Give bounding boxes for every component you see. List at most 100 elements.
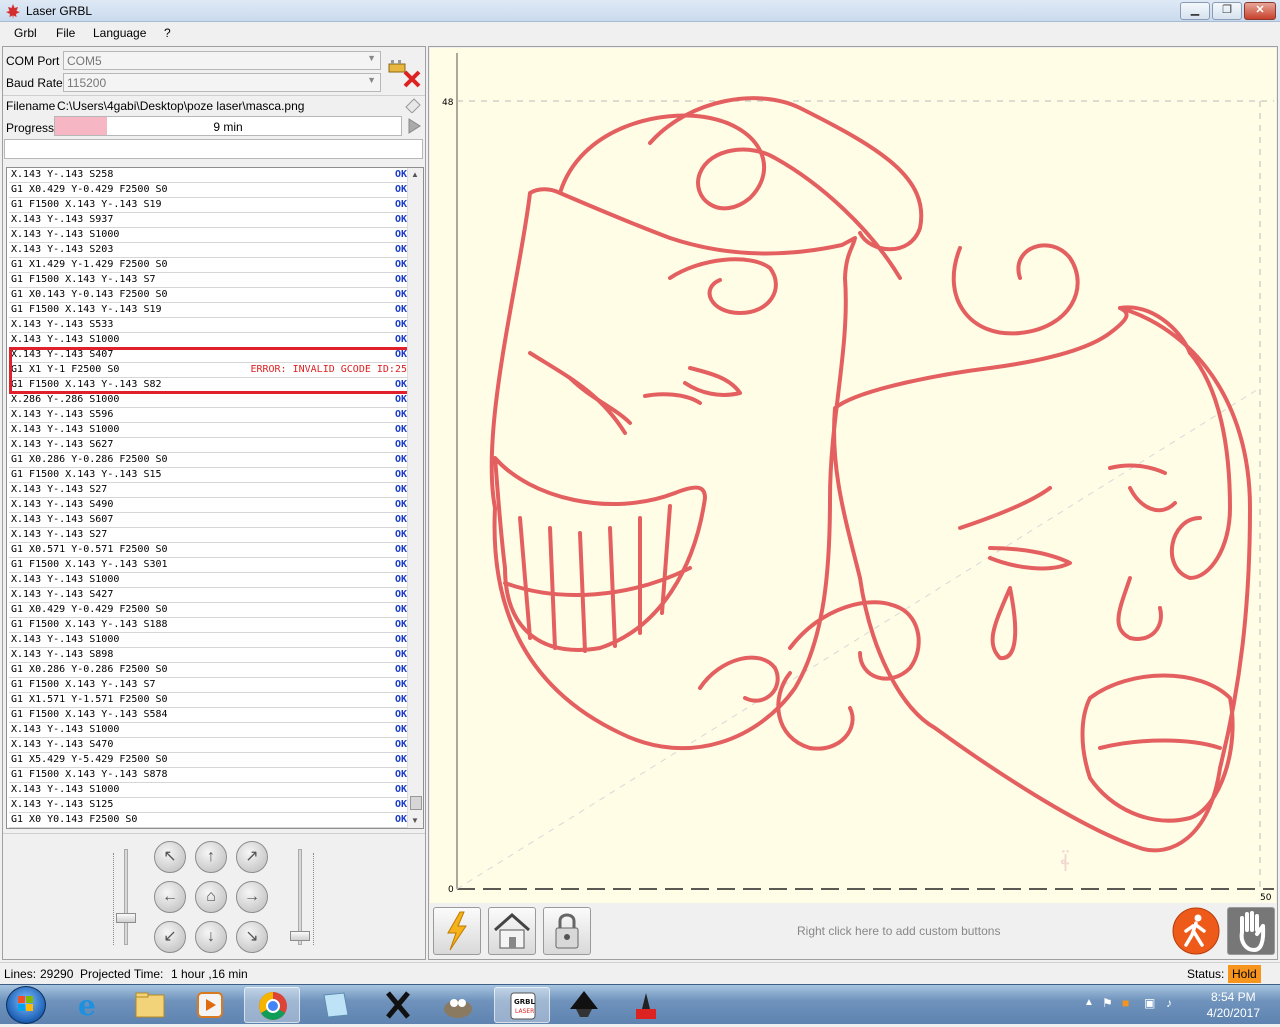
- log-command: G1 X0.571 Y-0.571 F2500 S0: [11, 544, 168, 555]
- log-ok-status: OK: [394, 649, 407, 660]
- log-ok-status: OK: [394, 484, 407, 495]
- svg-text:e: e: [78, 989, 96, 1022]
- speed-slider-thumb[interactable]: [116, 913, 136, 923]
- disconnect-icon[interactable]: [387, 54, 423, 88]
- gimp-icon: [444, 999, 472, 1018]
- x-max-label: 50: [1260, 893, 1272, 903]
- log-ok-status: OK: [394, 199, 407, 210]
- grbl-laser-icon: GRBL LASER: [510, 992, 536, 1020]
- log-command: G1 X1.429 Y-1.429 F2500 S0: [11, 259, 168, 270]
- preview-canvas[interactable]: 48 0 50 ɬ̈: [430, 48, 1276, 903]
- jog-up-right-button[interactable]: ↗: [236, 841, 268, 873]
- taskbar-x-app[interactable]: [370, 987, 426, 1023]
- log-ok-status: OK: [394, 559, 407, 570]
- error-highlight-box: [9, 347, 420, 394]
- title-bar: Laser GRBL ▁ ❐ ✕: [0, 0, 1280, 22]
- taskbar-notepad[interactable]: [308, 987, 364, 1023]
- taskbar-gimp[interactable]: [430, 987, 486, 1023]
- flag-icon[interactable]: ⚑: [1102, 996, 1113, 1010]
- jog-home-button[interactable]: ⌂: [195, 881, 227, 913]
- filename-value: C:\Users\4gabi\Desktop\poze laser\masca.…: [57, 99, 305, 113]
- svg-text:LASER: LASER: [515, 1008, 534, 1015]
- clock-date: 4/20/2017: [1206, 1006, 1260, 1020]
- hold-button[interactable]: [1227, 907, 1275, 955]
- jog-down-left-button[interactable]: ↙: [154, 921, 186, 953]
- log-command: G1 X0.429 Y-0.429 F2500 S0: [11, 604, 168, 615]
- log-row: G1 F1500 X.143 Y-.143 S878 OK: [9, 768, 407, 783]
- jog-down-right-button[interactable]: ↘: [236, 921, 268, 953]
- taskbar-media-player[interactable]: [182, 987, 238, 1023]
- log-ok-status: OK: [394, 259, 407, 270]
- lightning-button[interactable]: [433, 907, 481, 955]
- close-button[interactable]: ✕: [1244, 2, 1276, 20]
- log-ok-status: OK: [394, 784, 407, 795]
- jog-down-button[interactable]: ↓: [195, 921, 227, 953]
- log-row: X.143 Y-.143 S533 OK: [9, 318, 407, 333]
- log-ok-status: OK: [394, 709, 407, 720]
- play-icon[interactable]: [406, 118, 422, 134]
- command-log[interactable]: X.143 Y-.143 S258 OK G1 X0.429 Y-0.429 F25…: [6, 167, 424, 829]
- taskbar-inkscape[interactable]: [556, 987, 612, 1023]
- log-command: G1 F1500 X.143 Y-.143 S878: [11, 769, 168, 780]
- log-ok-status: OK: [394, 334, 407, 345]
- jog-up-left-button[interactable]: ↖: [154, 841, 186, 873]
- clock[interactable]: 8:54 PM 4/20/2017: [1207, 989, 1260, 1021]
- com-port-select[interactable]: COM5 ▼: [63, 51, 381, 70]
- speed-slider-track[interactable]: [124, 849, 128, 945]
- log-row: X.143 Y-.143 S1000 OK: [9, 723, 407, 738]
- log-row: X.143 Y-.143 S1000 OK: [9, 333, 407, 348]
- safety-door-button[interactable]: [1172, 907, 1220, 955]
- chevron-down-icon: ▼: [367, 53, 376, 63]
- log-row: X.143 Y-.143 S607 OK: [9, 513, 407, 528]
- volume-icon[interactable]: ♪: [1166, 996, 1172, 1010]
- step-slider-thumb[interactable]: [290, 931, 310, 941]
- menu-help[interactable]: ?: [164, 26, 171, 40]
- jog-left-button[interactable]: ←: [154, 881, 186, 913]
- walk-icon: [1172, 907, 1220, 955]
- log-command: G1 F1500 X.143 Y-.143 S584: [11, 709, 168, 720]
- home-button[interactable]: [488, 907, 536, 955]
- jog-right-button[interactable]: →: [236, 881, 268, 913]
- log-ok-status: OK: [394, 289, 407, 300]
- restore-button[interactable]: ❐: [1212, 2, 1242, 20]
- antivirus-icon[interactable]: ■: [1122, 996, 1129, 1010]
- scroll-down-icon[interactable]: ▼: [411, 816, 419, 825]
- scroll-up-icon[interactable]: ▲: [411, 170, 419, 179]
- taskbar-explorer[interactable]: [122, 987, 178, 1023]
- custom-buttons-hint[interactable]: Right click here to add custom buttons: [797, 924, 1000, 938]
- log-row: G1 X5.429 Y-5.429 F2500 S0 OK: [9, 753, 407, 768]
- com-port-label: COM Port: [6, 54, 60, 68]
- log-command: G1 F1500 X.143 Y-.143 S19: [11, 304, 162, 315]
- log-row: X.143 Y-.143 S937 OK: [9, 213, 407, 228]
- taskbar-grbl-laser[interactable]: GRBL LASER: [494, 987, 550, 1023]
- log-ok-status: OK: [394, 634, 407, 645]
- taskbar-ie[interactable]: e: [62, 987, 118, 1023]
- log-row: G1 F1500 X.143 Y-.143 S7 OK: [9, 273, 407, 288]
- start-button[interactable]: [6, 986, 46, 1024]
- menu-language[interactable]: Language: [93, 26, 146, 40]
- log-row: G1 F1500 X.143 Y-.143 S15 OK: [9, 468, 407, 483]
- log-row: G1 X1.429 Y-1.429 F2500 S0 OK: [9, 258, 407, 273]
- menu-file[interactable]: File: [56, 26, 75, 40]
- minimize-button[interactable]: ▁: [1180, 2, 1210, 20]
- menu-grbl[interactable]: Grbl: [14, 26, 37, 40]
- y-max-label: 48: [442, 98, 454, 108]
- scroll-thumb[interactable]: [410, 796, 422, 810]
- jog-up-button[interactable]: ↑: [195, 841, 227, 873]
- log-ok-status: OK: [394, 244, 407, 255]
- taskbar-chrome[interactable]: [244, 987, 300, 1023]
- baud-rate-select[interactable]: 115200 ▼: [63, 73, 381, 92]
- show-hidden-icons-icon[interactable]: ▲: [1084, 997, 1094, 1008]
- open-file-icon[interactable]: [404, 97, 422, 113]
- network-icon[interactable]: ▣: [1144, 996, 1155, 1010]
- taskbar-laser-app[interactable]: [618, 987, 674, 1023]
- log-command: G1 F1500 X.143 Y-.143 S19: [11, 199, 162, 210]
- home-icon: [494, 912, 530, 949]
- log-row: X.143 Y-.143 S203 OK: [9, 243, 407, 258]
- unlock-button[interactable]: [543, 907, 591, 955]
- log-ok-status: OK: [394, 454, 407, 465]
- log-command: X.143 Y-.143 S427: [11, 589, 114, 600]
- log-command: G1 F1500 X.143 Y-.143 S7: [11, 679, 156, 690]
- log-scrollbar[interactable]: ▲ ▼: [407, 168, 423, 828]
- command-input[interactable]: [4, 139, 423, 159]
